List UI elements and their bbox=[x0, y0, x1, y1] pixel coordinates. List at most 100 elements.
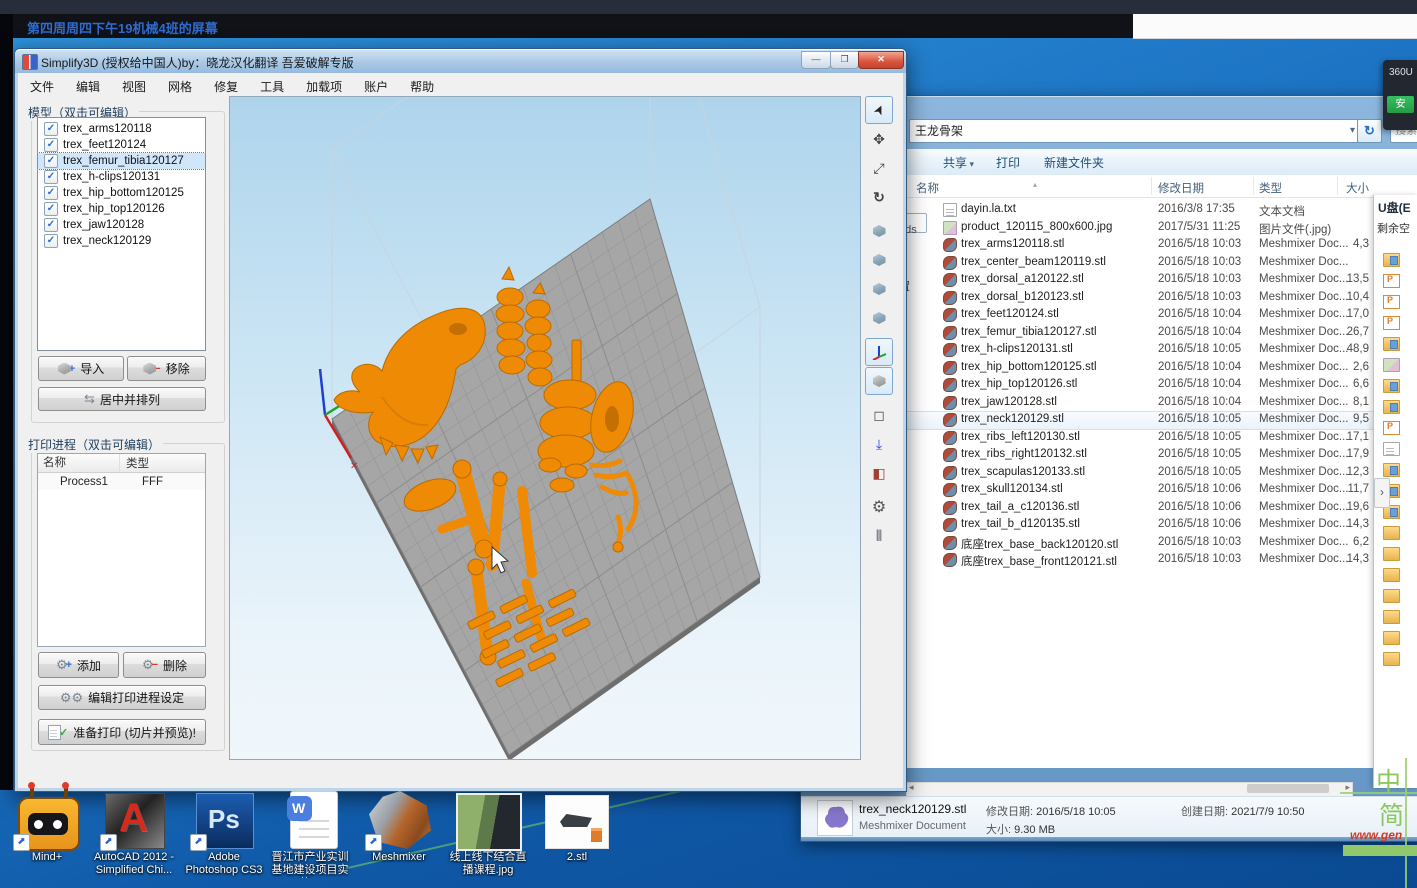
menu-编辑[interactable]: 编辑 bbox=[65, 78, 111, 95]
file-row[interactable]: trex_hip_bottom120125.stl2016/5/18 10:04… bbox=[905, 360, 1375, 377]
folder-open-icon[interactable] bbox=[1383, 379, 1400, 393]
column-divider[interactable] bbox=[1253, 177, 1254, 195]
file-row[interactable]: trex_arms120118.stl2016/5/18 10:03Meshmi… bbox=[905, 237, 1375, 254]
file-row[interactable]: trex_femur_tibia120127.stl2016/5/18 10:0… bbox=[905, 325, 1375, 342]
maximize-button[interactable]: ❐ bbox=[830, 51, 859, 69]
print-button[interactable]: 打印 bbox=[996, 154, 1020, 171]
checkbox-checked-icon[interactable]: ✓ bbox=[44, 122, 58, 136]
edit-process-button[interactable]: ⚙⚙ 编辑打印进程设定 bbox=[38, 685, 206, 710]
desktop-icon-jpg[interactable]: 线上线下结合直播课程.jpg bbox=[444, 791, 532, 877]
file-row[interactable]: trex_tail_b_d120135.stl2016/5/18 10:06Me… bbox=[905, 517, 1375, 534]
popup-install-button[interactable]: 安 bbox=[1387, 96, 1414, 113]
import-button[interactable]: + 导入 bbox=[38, 356, 124, 381]
column-date[interactable]: 修改日期 bbox=[1158, 180, 1204, 196]
model-list-item[interactable]: ✓trex_hip_bottom120125 bbox=[38, 185, 205, 201]
menu-账户[interactable]: 账户 bbox=[353, 78, 399, 95]
file-row[interactable]: trex_dorsal_b120123.stl2016/5/18 10:03Me… bbox=[905, 290, 1375, 307]
model-list-item[interactable]: ✓trex_femur_tibia120127 bbox=[38, 153, 205, 169]
menu-网格[interactable]: 网格 bbox=[157, 78, 203, 95]
file-row[interactable]: trex_scapulas120133.stl2016/5/18 10:05Me… bbox=[905, 465, 1375, 482]
simplify3d-title-bar[interactable]: Simplify3D (授权给中国人)by：晓龙汉化翻译 吾爱破解专版 bbox=[15, 49, 906, 73]
folder-open-icon[interactable] bbox=[1383, 337, 1400, 351]
model-list-item[interactable]: ✓trex_hip_top120126 bbox=[38, 201, 205, 217]
menu-帮助[interactable]: 帮助 bbox=[399, 78, 445, 95]
machine-settings-icon[interactable]: ⚙ bbox=[865, 493, 893, 521]
menu-修复[interactable]: 修复 bbox=[203, 78, 249, 95]
delete-process-button[interactable]: ⚙− 删除 bbox=[123, 652, 206, 678]
checkbox-checked-icon[interactable]: ✓ bbox=[44, 202, 58, 216]
folder-icon[interactable] bbox=[1383, 547, 1400, 561]
menu-文件[interactable]: 文件 bbox=[19, 78, 65, 95]
process-col-name[interactable]: 名称 bbox=[38, 454, 120, 472]
column-divider[interactable] bbox=[1337, 177, 1338, 195]
prepare-print-button[interactable]: ✓ 准备打印 (切片并预览)! bbox=[38, 719, 206, 745]
add-process-button[interactable]: ⚙+ 添加 bbox=[38, 652, 119, 678]
checkbox-checked-icon[interactable]: ✓ bbox=[44, 154, 58, 168]
model-list-item[interactable]: ✓trex_arms120118 bbox=[38, 121, 205, 137]
remove-button[interactable]: − 移除 bbox=[127, 356, 206, 381]
checkbox-checked-icon[interactable]: ✓ bbox=[44, 186, 58, 200]
ppt-file-icon[interactable] bbox=[1383, 421, 1400, 435]
process-col-type[interactable]: 类型 bbox=[120, 455, 149, 471]
rotate-model-icon[interactable]: ↻ bbox=[865, 183, 893, 211]
file-row[interactable]: product_120115_800x600.jpg2017/5/31 11:2… bbox=[905, 220, 1375, 237]
select-cursor-icon[interactable]: ➤ bbox=[865, 96, 893, 124]
wireframe-view-icon[interactable]: ◻ bbox=[865, 401, 893, 429]
menu-工具[interactable]: 工具 bbox=[249, 78, 295, 95]
view-cube-left-icon[interactable] bbox=[865, 275, 893, 303]
folder-open-icon[interactable] bbox=[1383, 400, 1400, 414]
checkbox-checked-icon[interactable]: ✓ bbox=[44, 234, 58, 248]
file-row[interactable]: 底座trex_base_back120120.stl2016/5/18 10:0… bbox=[905, 535, 1375, 552]
file-row[interactable]: trex_dorsal_a120122.stl2016/5/18 10:03Me… bbox=[905, 272, 1375, 289]
model-list-item[interactable]: ✓trex_feet120124 bbox=[38, 137, 205, 153]
close-button[interactable]: ✕ bbox=[858, 51, 904, 69]
process-row[interactable]: Process1 FFF bbox=[38, 473, 205, 490]
cross-section-icon[interactable]: ◧ bbox=[865, 459, 893, 487]
file-row[interactable]: trex_skull120134.stl2016/5/18 10:06Meshm… bbox=[905, 482, 1375, 499]
refresh-icon[interactable] bbox=[1357, 119, 1382, 143]
file-row[interactable]: 底座trex_base_front120121.stl2016/5/18 10:… bbox=[905, 552, 1375, 569]
menu-视图[interactable]: 视图 bbox=[111, 78, 157, 95]
desktop-icon-mindplus[interactable]: Mind+ bbox=[3, 791, 91, 864]
text-file-icon-icon[interactable] bbox=[1383, 442, 1400, 456]
image-file-icon-icon[interactable] bbox=[1383, 358, 1400, 372]
minimize-button[interactable]: — bbox=[801, 51, 831, 69]
support-structures-icon[interactable]: ⫴ bbox=[865, 522, 893, 550]
view-cube-front-icon[interactable] bbox=[865, 217, 893, 245]
share-button[interactable]: 共享 bbox=[943, 154, 974, 171]
ppt-file-icon[interactable] bbox=[1383, 316, 1400, 330]
file-row[interactable]: trex_hip_top120126.stl2016/5/18 10:04Mes… bbox=[905, 377, 1375, 394]
file-row[interactable]: trex_center_beam120119.stl2016/5/18 10:0… bbox=[905, 255, 1375, 272]
scrollbar-thumb[interactable] bbox=[1247, 784, 1329, 793]
coordinate-axes-icon[interactable] bbox=[865, 338, 893, 366]
column-divider[interactable] bbox=[1151, 177, 1152, 195]
file-row[interactable]: trex_feet120124.stl2016/5/18 10:04Meshmi… bbox=[905, 307, 1375, 324]
horizontal-scrollbar[interactable] bbox=[906, 782, 1353, 797]
desktop-icon-word-doc[interactable]: 晋江市产业实训基地建设项目实施... bbox=[266, 791, 354, 878]
folder-icon[interactable] bbox=[1383, 631, 1400, 645]
move-model-icon[interactable]: ✥ bbox=[865, 125, 893, 153]
checkbox-checked-icon[interactable]: ✓ bbox=[44, 138, 58, 152]
desktop-icon-stl[interactable]: 2.stl bbox=[533, 791, 621, 864]
expand-panel-button[interactable]: › bbox=[1374, 478, 1390, 508]
menu-加载项[interactable]: 加载项 bbox=[295, 78, 353, 95]
folder-icon[interactable] bbox=[1383, 589, 1400, 603]
desktop-icon-photoshop[interactable]: Adobe Photoshop CS3 bbox=[180, 791, 268, 877]
folder-icon[interactable] bbox=[1383, 652, 1400, 666]
folder-icon[interactable] bbox=[1383, 526, 1400, 540]
file-row[interactable]: trex_jaw120128.stl2016/5/18 10:04Meshmix… bbox=[905, 395, 1375, 412]
checkbox-checked-icon[interactable]: ✓ bbox=[44, 170, 58, 184]
file-row[interactable]: trex_ribs_left120130.stl2016/5/18 10:05M… bbox=[905, 430, 1375, 447]
view-cube-right-icon[interactable] bbox=[865, 304, 893, 332]
file-row[interactable]: dayin.la.txt2016/3/8 17:35文本文档 bbox=[905, 202, 1375, 219]
folder-icon[interactable] bbox=[1383, 568, 1400, 582]
checkbox-checked-icon[interactable]: ✓ bbox=[44, 218, 58, 232]
center-arrange-button[interactable]: ⇆ 居中并排列 bbox=[38, 387, 206, 411]
desktop-icon-autocad[interactable]: AutoCAD 2012 - Simplified Chi... bbox=[90, 791, 178, 877]
column-name[interactable]: 名称 bbox=[916, 180, 939, 196]
new-folder-button[interactable]: 新建文件夹 bbox=[1044, 154, 1104, 171]
desktop-icon-meshmixer[interactable]: Meshmixer bbox=[355, 791, 443, 864]
column-size[interactable]: 大小 bbox=[1341, 180, 1369, 196]
ppt-file-icon[interactable] bbox=[1383, 274, 1400, 288]
file-row[interactable]: trex_neck120129.stl2016/5/18 10:05Meshmi… bbox=[905, 412, 1375, 429]
